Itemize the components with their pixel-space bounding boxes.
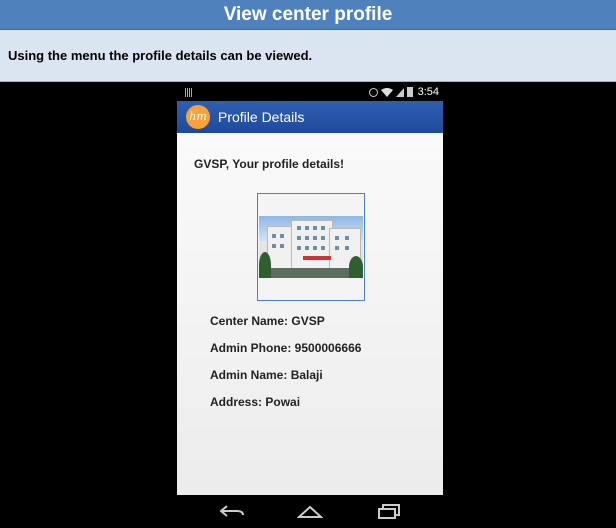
navigation-bar [177, 495, 443, 528]
app-logo-icon[interactable]: hm [186, 105, 210, 129]
slide-description: Using the menu the profile details can b… [0, 30, 616, 82]
home-icon[interactable] [297, 503, 323, 519]
action-bar-title: Profile Details [218, 109, 305, 125]
signal-icon [395, 87, 404, 97]
back-icon[interactable] [219, 503, 245, 519]
status-time: 3:54 [417, 86, 439, 98]
profile-content: GVSP, Your profile details! Center Name:… [177, 133, 443, 495]
slide-title: View center profile [0, 0, 616, 30]
detail-address: Address: Powai [210, 395, 301, 409]
profile-greeting: GVSP, Your profile details! [194, 157, 345, 171]
detail-center-name: Center Name: GVSP [210, 314, 325, 328]
alarm-icon [368, 87, 378, 97]
phone-screen: 3:54 hm Profile Details GVSP, Your profi… [177, 85, 443, 495]
recent-apps-icon[interactable] [377, 503, 403, 519]
center-photo-image [259, 216, 363, 278]
wifi-icon [380, 87, 393, 97]
detail-admin-name: Admin Name: Balaji [210, 368, 323, 382]
barcode-icon [185, 88, 193, 97]
detail-admin-phone: Admin Phone: 9500006666 [210, 341, 362, 355]
center-photo-frame [257, 193, 365, 301]
status-bar: 3:54 [177, 85, 443, 101]
battery-icon [406, 87, 413, 97]
action-bar: hm Profile Details [177, 101, 443, 133]
